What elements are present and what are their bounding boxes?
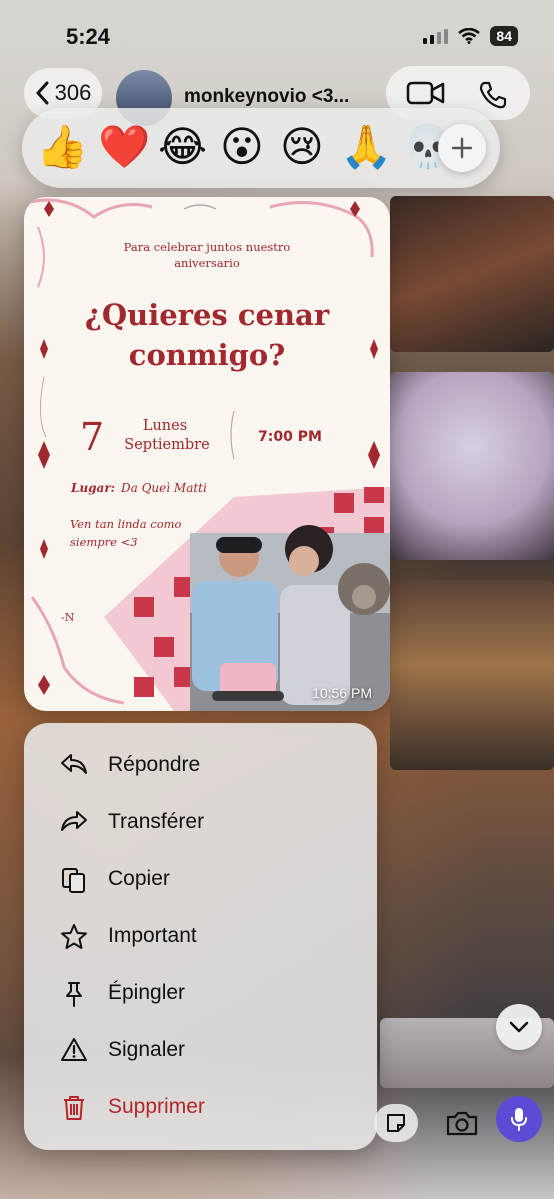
menu-item-reply[interactable]: Répondre [24,738,377,790]
menu-item-label: Épingler [108,981,186,1004]
copy-icon [62,868,85,893]
subtitle-line: aniversario [174,256,240,270]
invitation-month: Septiembre [124,437,210,453]
menu-item-label: Transférer [108,810,205,833]
menu-item-label: Répondre [108,753,201,776]
message-timestamp: 10:56 PM [312,685,372,701]
status-time: 5:24 [66,24,111,49]
unread-count: 306 [54,80,92,105]
cellular-signal-icon [423,28,449,44]
invitation-note: Ven tan linda como siempre <3 [70,515,210,551]
composer-bar [0,1084,554,1199]
reaction-surprised[interactable]: 😮 [220,122,264,172]
reaction-thumbs-up[interactable]: 👍 [36,122,88,172]
reaction-bar: 👍 ❤️ 😂 😮 😢 🙏 💀 [22,108,500,188]
warning-icon [61,1038,87,1061]
forward-icon [61,811,87,831]
microphone-icon [511,1108,527,1131]
wifi-icon [458,28,481,44]
phone-call-icon[interactable] [478,80,508,110]
status-bar: 5:24 84 [0,0,554,70]
video-call-icon[interactable] [406,80,446,106]
sticker-button[interactable] [374,1104,418,1142]
reaction-praying-hands[interactable]: 🙏 [340,122,392,172]
reaction-heart[interactable]: ❤️ [98,122,150,172]
plus-icon [451,137,473,159]
voice-message-button[interactable] [496,1096,542,1142]
invitation-subtitle: Para celebrar juntos nuestro aniversario [24,239,390,271]
background-photo [390,196,554,352]
star-icon [61,924,87,949]
invitation-image-message[interactable]: Para celebrar juntos nuestro aniversario… [24,197,390,711]
invitation-signature: -N [61,611,75,624]
note-line: Ven tan linda como [70,517,182,531]
camera-button[interactable] [440,1104,484,1142]
note-line: siempre <3 [70,535,138,549]
invitation-day: 7 [80,415,105,459]
reaction-crying[interactable]: 😢 [280,122,324,172]
menu-item-label: Important [108,924,197,947]
menu-item-copy[interactable]: Copier [24,852,377,904]
place-label: Lugar: [71,481,116,495]
place-value: Da Queì Matti [121,481,207,495]
menu-item-pin[interactable]: Épingler [24,966,377,1018]
menu-item-important[interactable]: Important [24,909,377,961]
background-photo [390,580,554,770]
scroll-to-bottom-button[interactable] [496,1004,542,1050]
menu-item-label: Copier [108,867,170,890]
more-reactions-button[interactable] [438,124,486,172]
headline-line: conmigo? [128,338,286,372]
invitation-decoration [25,198,390,711]
contact-name[interactable]: monkeynovio <3... [184,86,349,108]
subtitle-line: Para celebrar juntos nuestro [123,240,291,254]
pin-icon [66,982,82,1007]
menu-item-label: Signaler [108,1038,186,1061]
chevron-left-icon [36,81,49,105]
menu-item-report[interactable]: Signaler [24,1023,377,1075]
reply-icon [61,754,87,774]
reaction-laughing[interactable]: 😂 [158,122,207,172]
invitation-time: 7:00 PM [258,429,322,445]
chevron-down-icon [509,1021,529,1033]
camera-icon [446,1111,478,1136]
headline-line: ¿Quieres cenar [84,298,330,332]
status-icons: 84 [423,26,518,46]
invitation-headline: ¿Quieres cenar conmigo? [24,295,390,375]
menu-item-forward[interactable]: Transférer [24,795,377,847]
invitation-weekday: Lunes [142,418,188,434]
sticker-icon [387,1114,405,1132]
battery-indicator: 84 [490,26,518,46]
background-photo [390,372,554,560]
